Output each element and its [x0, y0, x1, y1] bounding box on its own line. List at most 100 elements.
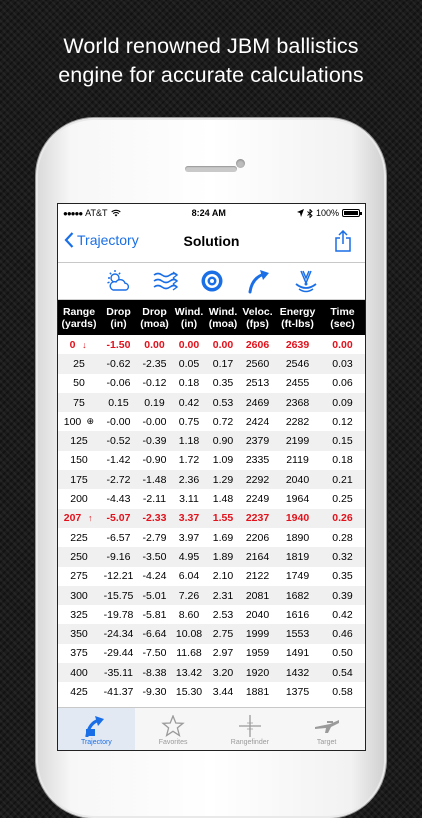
range-value: 275	[70, 570, 88, 583]
table-cell: 1.55	[212, 512, 234, 525]
range-cell: 375	[58, 647, 100, 659]
table-row[interactable]: 125 -0.52 -0.39 1.18 0.90 2379 2199 0.15	[58, 431, 365, 451]
table-row[interactable]: 207 ↑ -5.07 -2.33 3.37 1.55 2237 1940 0.26	[58, 508, 365, 528]
tab-trajectory[interactable]: Trajectory	[58, 708, 135, 750]
table-cell: 0.05	[178, 357, 200, 370]
table-cell: 0.15	[108, 396, 129, 409]
table-row[interactable]: 400 -35.11 -8.38 13.42 3.20 1920 1432 0.54	[58, 663, 365, 683]
table-cell: 2469	[245, 396, 270, 409]
range-cell: 207 ↑	[58, 512, 100, 524]
table-cell: 0.00	[332, 338, 353, 351]
table-cell: 1749	[285, 570, 310, 583]
range-value: 300	[70, 589, 88, 602]
range-value: 50	[73, 377, 85, 390]
tab-label: Trajectory	[80, 739, 112, 746]
table-cell: 0.53	[212, 396, 234, 409]
table-row[interactable]: 225 -6.57 -2.79 3.97 1.69 2206 1890 0.28	[58, 528, 365, 547]
table-row[interactable]: 100 ⊕ -0.00 -0.00 0.75 0.72 2424 2282 0.12	[58, 412, 365, 431]
battery-percent: 100%	[315, 208, 339, 218]
table-cell: 15.30	[175, 685, 203, 698]
table-cell: -2.35	[142, 357, 167, 370]
range-cell: 425	[58, 686, 100, 698]
table-row[interactable]: 25 -0.62 -2.35 0.05 0.17 2560 2546 0.03	[58, 354, 365, 374]
table-row[interactable]: 50 -0.06 -0.12 0.18 0.35 2513 2455 0.06	[58, 374, 365, 393]
target-icon[interactable]	[199, 268, 225, 294]
table-cell: 0.50	[332, 647, 353, 660]
range-cell: 275	[58, 570, 100, 582]
wifi-icon	[110, 209, 121, 217]
table-cell: 2249	[245, 493, 270, 506]
table-cell: 2292	[245, 473, 270, 486]
table-row[interactable]: 0 ↓ -1.50 0.00 0.00 0.00 2606 2639 0.00	[58, 335, 365, 354]
table-cell: 1959	[245, 647, 270, 660]
status-time: 8:24 AM	[191, 208, 226, 218]
table-cell: 2.75	[212, 628, 234, 641]
range-value: 25	[73, 357, 85, 370]
table-row[interactable]: 275 -12.21 -4.24 6.04 2.10 2122 1749 0.35	[58, 567, 365, 586]
table-cell: 0.06	[332, 377, 353, 390]
carrier: AT&T	[85, 208, 108, 218]
arrow-down-icon: ↓	[82, 339, 87, 350]
table-cell: 1375	[285, 685, 310, 698]
table-cell: -1.42	[106, 454, 131, 467]
table-cell: -15.75	[103, 589, 134, 602]
table-row[interactable]: 300 -15.75 -5.01 7.26 2.31 2081 1682 0.39	[58, 585, 365, 606]
table-cell: -1.48	[142, 473, 167, 486]
share-button[interactable]	[335, 229, 351, 257]
table-cell: 1682	[285, 589, 310, 602]
table-cell: 0.17	[212, 357, 234, 370]
range-cell: 225	[58, 532, 100, 544]
table-cell: 2560	[245, 357, 270, 370]
table-row[interactable]: 75 0.15 0.19 0.42 0.53 2469 2368 0.09	[58, 392, 365, 413]
trajectory-icon[interactable]	[246, 268, 272, 294]
table-cell: -4.24	[142, 570, 167, 583]
table-cell: 10.08	[175, 628, 203, 641]
tab-favorites[interactable]: Favorites	[135, 708, 212, 750]
wind-icon[interactable]	[152, 268, 178, 294]
table-cell: 1819	[285, 550, 310, 563]
table-cell: 3.37	[178, 512, 200, 525]
column-header-unit: (fps)	[246, 317, 269, 330]
column-header-title: Range	[62, 305, 96, 318]
range-cell: 250	[58, 551, 100, 563]
weather-icon[interactable]	[105, 268, 131, 294]
table-cell: 2164	[245, 550, 270, 563]
table-cell: 3.20	[212, 666, 234, 679]
tab-target[interactable]: Target	[288, 708, 365, 750]
table-cell: -5.81	[142, 608, 167, 621]
table-row[interactable]: 150 -1.42 -0.90 1.72 1.09 2335 2119 0.18	[58, 451, 365, 470]
column-header-unit: (yards)	[61, 317, 97, 330]
table-cell: 0.72	[212, 415, 234, 428]
table-cell: 1.29	[212, 473, 234, 486]
table-cell: 2606	[245, 338, 270, 351]
column-header-unit: (ft-lbs)	[281, 317, 314, 330]
tab-rangefinder[interactable]: Rangefinder	[212, 708, 289, 750]
table-cell: -0.00	[142, 415, 167, 428]
table-cell: 0.18	[332, 454, 353, 467]
table-cell: 3.44	[212, 685, 234, 698]
table-row[interactable]: 375 -29.44 -7.50 11.68 2.97 1959 1491 0.50	[58, 644, 365, 663]
table-row[interactable]: 350 -24.34 -6.64 10.08 2.75 1999 1553 0.46	[58, 624, 365, 644]
range-cell: 175	[58, 474, 100, 486]
table-cell: -9.30	[142, 685, 167, 698]
table-row[interactable]: 425 -41.37 -9.30 15.30 3.44 1881 1375 0.58	[58, 682, 365, 701]
column-header-title: Drop	[142, 305, 167, 318]
table-row[interactable]: 250 -9.16 -3.50 4.95 1.89 2164 1819 0.32	[58, 547, 365, 567]
table-cell: 1964	[285, 493, 310, 506]
table-row[interactable]: 325 -19.78 -5.81 8.60 2.53 2040 1616 0.42	[58, 605, 365, 624]
table-row[interactable]: 175 -2.72 -1.48 2.36 1.29 2292 2040 0.21	[58, 470, 365, 490]
table-cell: -5.07	[106, 512, 131, 525]
table-cell: 2237	[245, 512, 270, 525]
table-cell: 1616	[285, 608, 310, 621]
table-cell: 0.00	[212, 338, 234, 351]
location-icon	[296, 209, 304, 217]
table-row[interactable]: 200 -4.43 -2.11 3.11 1.48 2249 1964 0.25	[58, 489, 365, 508]
column-header: Drop (moa)	[137, 300, 172, 335]
table-cell: 2.53	[212, 608, 234, 621]
column-header: Range (yards)	[58, 300, 100, 335]
zero-icon[interactable]	[293, 268, 319, 294]
table-cell: 2.10	[212, 570, 234, 583]
range-cell: 100 ⊕	[58, 416, 100, 428]
range-value: 375	[70, 647, 88, 660]
table-cell: -41.37	[103, 685, 134, 698]
